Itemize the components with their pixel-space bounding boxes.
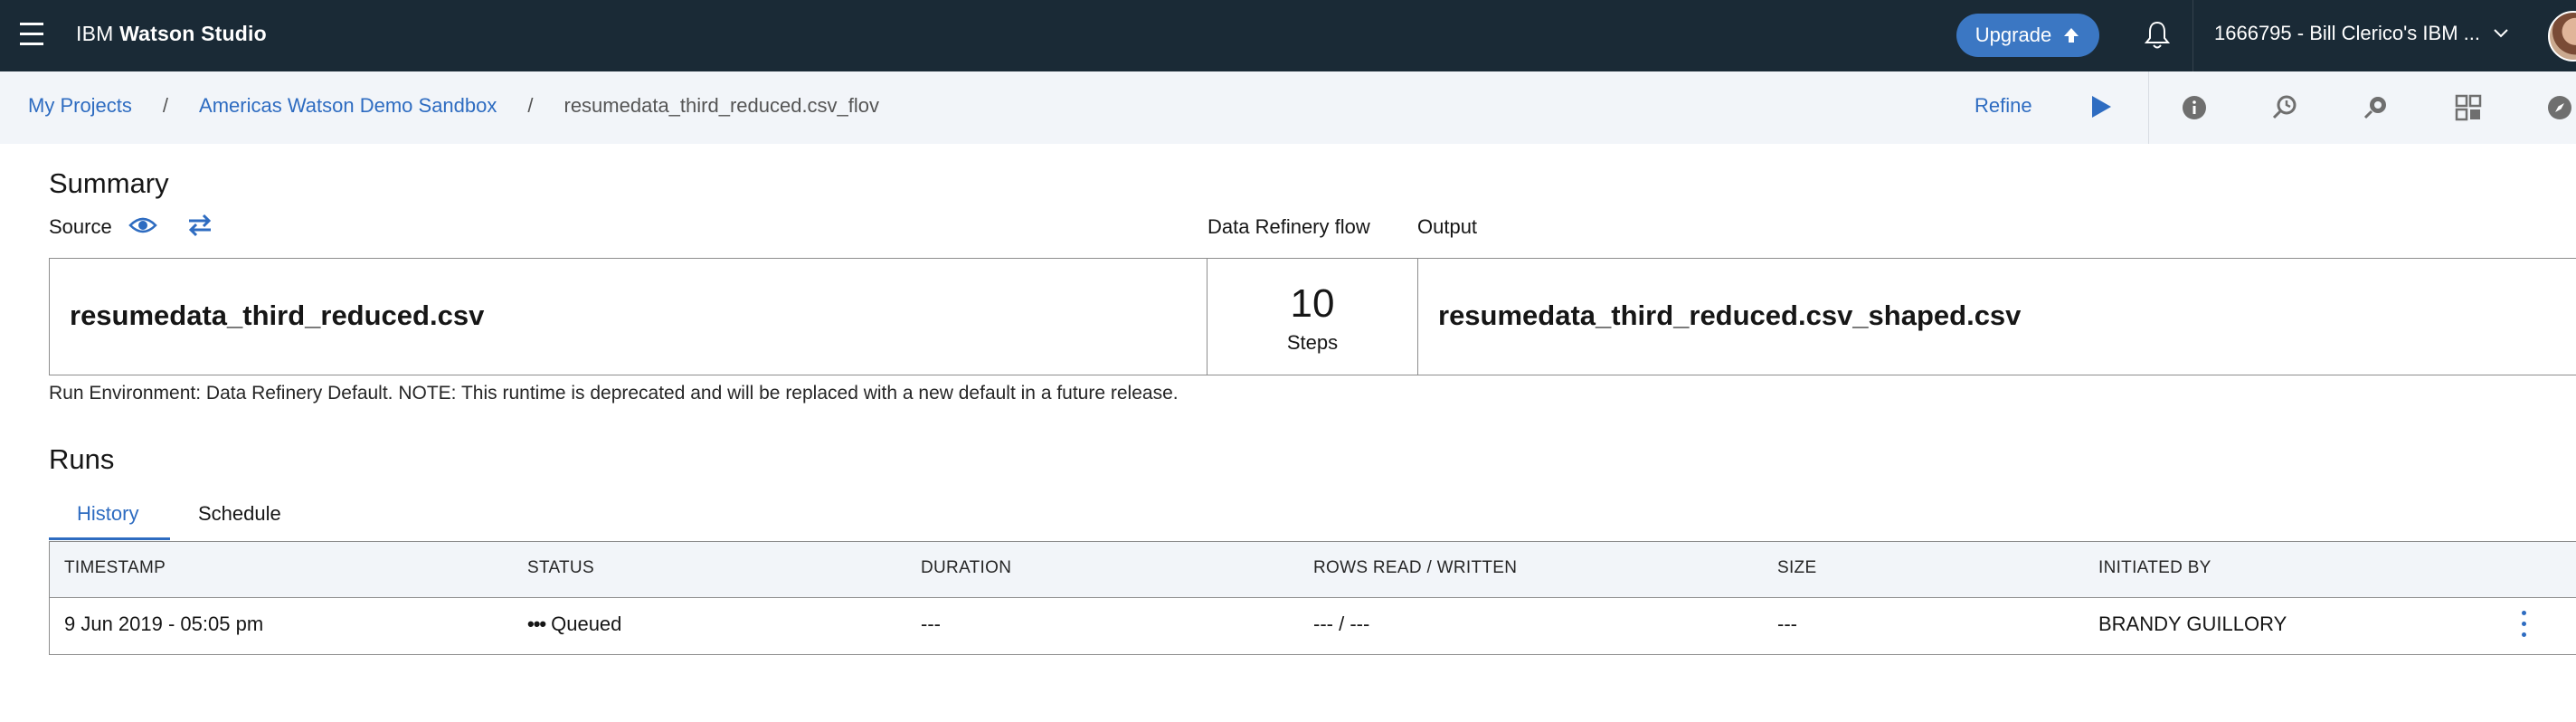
output-filename: resumedata_third_reduced.csv_shaped.csv bbox=[1438, 299, 2022, 331]
breadcrumb-separator: / bbox=[162, 94, 169, 117]
steps-count: 10 bbox=[1290, 281, 1335, 326]
cell-initiated-by: BRANDY GUILLORY bbox=[2098, 613, 2287, 635]
steps-box: 10 Steps bbox=[1207, 258, 1418, 375]
queued-dots-icon: ••• bbox=[527, 613, 546, 635]
user-avatar[interactable] bbox=[2548, 11, 2576, 62]
source-box: resumedata_third_reduced.csv bbox=[49, 258, 1208, 375]
breadcrumb-current-flow: resumedata_third_reduced.csv_flov bbox=[564, 94, 880, 117]
brand-prefix: IBM bbox=[76, 22, 114, 45]
runs-heading: Runs bbox=[49, 443, 115, 475]
refine-button[interactable]: Refine bbox=[1975, 94, 2032, 118]
brand-name: Watson Studio bbox=[119, 22, 267, 45]
cell-status: ••• Queued bbox=[527, 613, 621, 636]
active-tab-indicator bbox=[49, 537, 170, 540]
toolbar-divider bbox=[2148, 71, 2149, 144]
column-header-duration[interactable]: DURATION bbox=[921, 558, 1011, 578]
account-switcher[interactable]: 1666795 - Bill Clerico's IBM ... bbox=[2214, 22, 2509, 45]
cell-duration: --- bbox=[921, 613, 941, 635]
swap-source-icon[interactable] bbox=[185, 213, 214, 238]
cell-timestamp: 9 Jun 2019 - 05:05 pm bbox=[64, 613, 264, 635]
column-header-initiated-by[interactable]: INITIATED BY bbox=[2098, 558, 2211, 578]
grid-view-icon[interactable] bbox=[2454, 93, 2483, 122]
output-box: resumedata_third_reduced.csv_shaped.csv bbox=[1417, 258, 2576, 375]
upgrade-label: Upgrade bbox=[1975, 24, 2052, 46]
upgrade-button[interactable]: Upgrade bbox=[1956, 14, 2099, 57]
overflow-menu-icon[interactable] bbox=[2518, 611, 2529, 641]
cell-rows-read-written: --- / --- bbox=[1313, 613, 1370, 635]
status-text: Queued bbox=[551, 613, 622, 635]
breadcrumb: My Projects / Americas Watson Demo Sandb… bbox=[28, 94, 879, 118]
account-label: 1666795 - Bill Clerico's IBM ... bbox=[2214, 22, 2480, 44]
runs-table: TIMESTAMP STATUS DURATION ROWS READ / WR… bbox=[49, 541, 2576, 655]
summary-heading: Summary bbox=[49, 167, 169, 199]
app-brand[interactable]: IBM Watson Studio bbox=[76, 22, 267, 46]
compass-icon[interactable] bbox=[2545, 93, 2574, 122]
play-icon[interactable] bbox=[2089, 94, 2113, 119]
hamburger-menu-icon[interactable] bbox=[20, 23, 43, 48]
breadcrumb-project[interactable]: Americas Watson Demo Sandbox bbox=[199, 94, 497, 118]
column-header-status[interactable]: STATUS bbox=[527, 558, 594, 578]
schedule-job-icon[interactable] bbox=[2270, 93, 2299, 122]
breadcrumb-my-projects[interactable]: My Projects bbox=[28, 94, 132, 118]
info-icon[interactable] bbox=[2180, 93, 2209, 122]
column-header-rows[interactable]: ROWS READ / WRITTEN bbox=[1313, 558, 1517, 578]
source-filename: resumedata_third_reduced.csv bbox=[70, 299, 485, 331]
cell-size: --- bbox=[1777, 613, 1797, 635]
notification-bell-icon[interactable] bbox=[2143, 20, 2172, 51]
topbar-divider bbox=[2192, 0, 2193, 71]
table-header: TIMESTAMP STATUS DURATION ROWS READ / WR… bbox=[50, 542, 2576, 598]
tab-history[interactable]: History bbox=[77, 502, 138, 526]
eye-preview-icon[interactable] bbox=[128, 214, 157, 237]
column-header-timestamp[interactable]: TIMESTAMP bbox=[64, 558, 166, 578]
source-label: Source bbox=[49, 215, 112, 238]
column-header-size[interactable]: SIZE bbox=[1777, 558, 1816, 578]
data-refinery-flow-label: Data Refinery flow bbox=[1208, 215, 1370, 238]
tab-schedule[interactable]: Schedule bbox=[198, 502, 281, 526]
top-bar: IBM Watson Studio Upgrade 1666795 - Bill… bbox=[0, 0, 2576, 71]
jobs-icon[interactable] bbox=[2362, 93, 2391, 122]
steps-label: Steps bbox=[1286, 331, 1339, 354]
chevron-down-icon bbox=[2494, 29, 2508, 38]
run-environment-note: Run Environment: Data Refinery Default. … bbox=[49, 383, 1179, 404]
table-row[interactable]: 9 Jun 2019 - 05:05 pm ••• Queued --- --- … bbox=[50, 598, 2576, 654]
breadcrumb-separator: / bbox=[527, 94, 534, 117]
output-label: Output bbox=[1417, 215, 1478, 238]
upload-arrow-icon bbox=[2064, 28, 2079, 43]
project-header: My Projects / Americas Watson Demo Sandb… bbox=[0, 71, 2576, 144]
